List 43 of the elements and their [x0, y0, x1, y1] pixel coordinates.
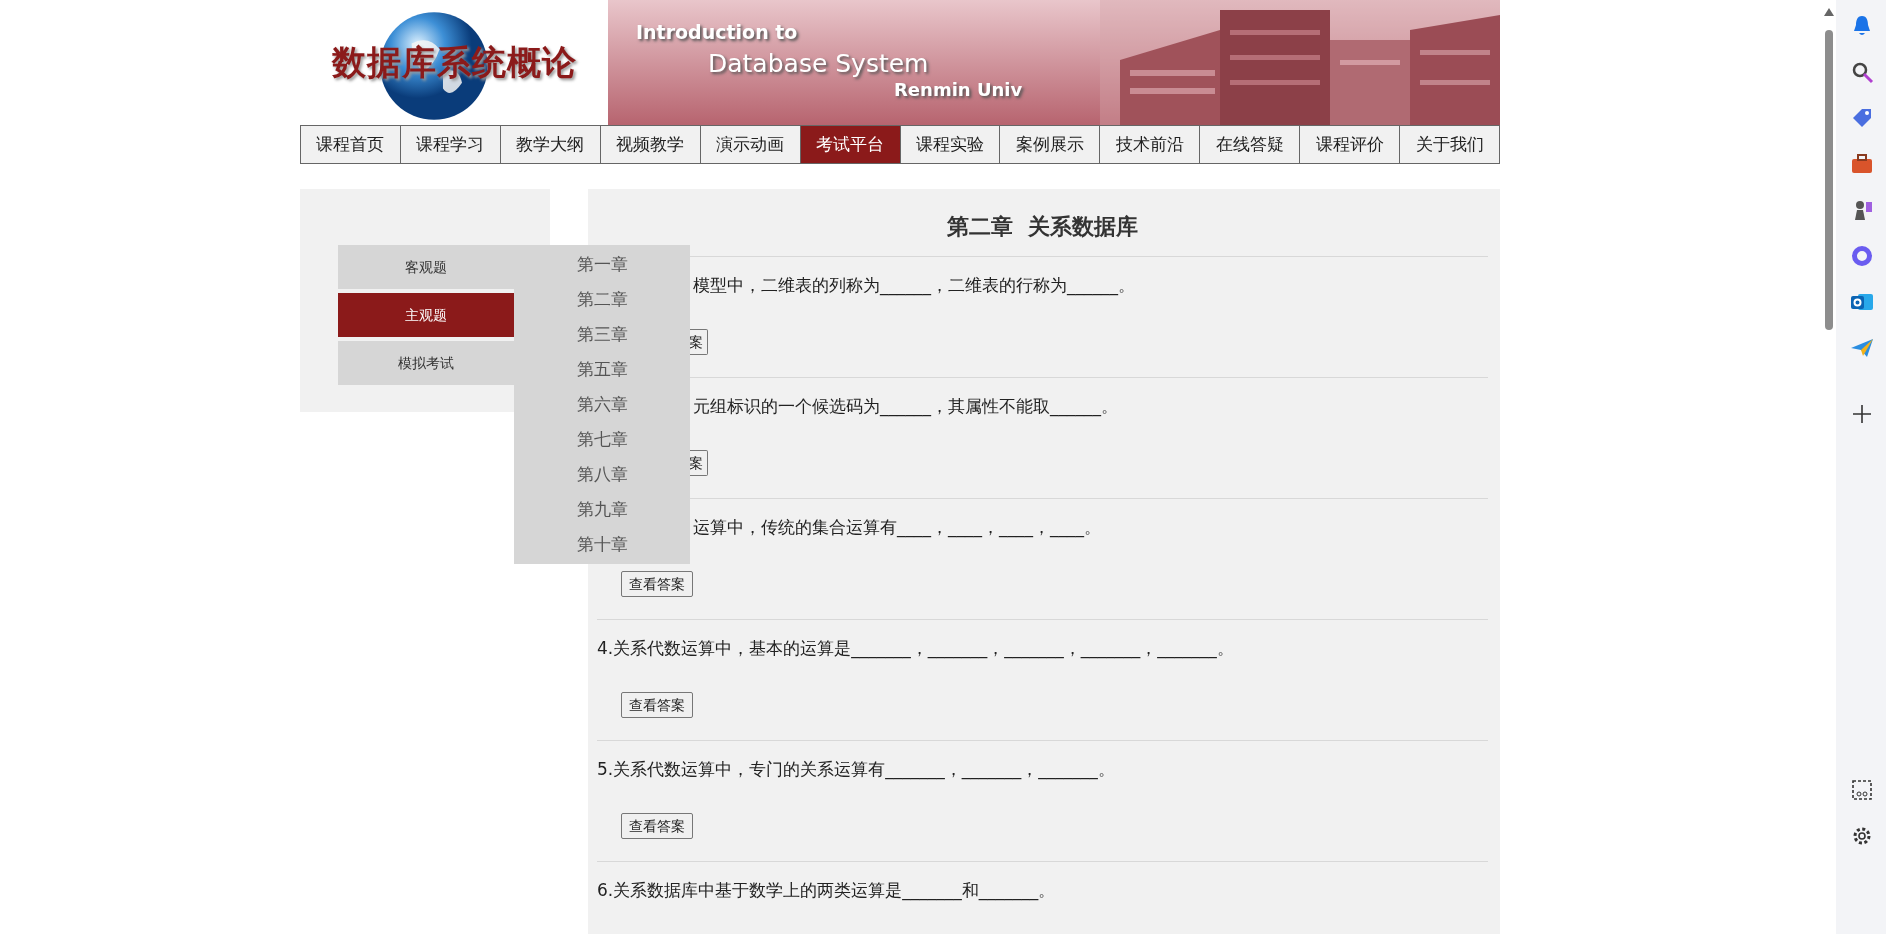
question-text: 元组标识的一个候选码为______，其属性不能取______。 — [693, 395, 1118, 417]
chapter-menu-item[interactable]: 第五章 — [514, 352, 690, 387]
screenshot-icon[interactable] — [1850, 778, 1874, 802]
chapter-menu-item[interactable]: 第二章 — [514, 282, 690, 317]
question-text: 4.关系代数运算中，基本的运算是_______，_______，_______，_______，_______。 — [597, 637, 1234, 659]
chapter-menu-item[interactable]: 第六章 — [514, 387, 690, 422]
nav-tab[interactable]: 课程学习 — [400, 126, 501, 163]
nav-tab[interactable]: 关于我们 — [1400, 126, 1500, 163]
side-menu-item[interactable]: 客观题 — [338, 245, 514, 289]
chapter-menu-item[interactable]: 第七章 — [514, 422, 690, 457]
question-text: 模型中，二维表的列称为______，二维表的行称为______。 — [693, 274, 1135, 296]
chapter-menu-item[interactable]: 第九章 — [514, 492, 690, 527]
show-answer-button[interactable]: 查看答案 — [621, 692, 693, 718]
chapter-menu-item[interactable]: 第一章 — [514, 247, 690, 282]
plus-icon[interactable] — [1850, 402, 1874, 426]
banner-caption: Renmin Univ — [894, 78, 1023, 102]
side-menu-item[interactable]: 模拟考试 — [338, 341, 514, 385]
nav-tab[interactable]: 案例展示 — [1000, 126, 1101, 163]
show-answer-button[interactable]: 查看答案 — [621, 813, 693, 839]
nav-tab[interactable]: 视频教学 — [600, 126, 701, 163]
toolbox-icon[interactable] — [1850, 152, 1874, 176]
chapter-menu-item[interactable]: 第八章 — [514, 457, 690, 492]
chapter-menu-item[interactable]: 第三章 — [514, 317, 690, 352]
banner-subtitle: Introduction to — [636, 20, 798, 45]
scrollbar-thumb[interactable] — [1825, 30, 1833, 330]
nav-tab[interactable]: 在线答疑 — [1200, 126, 1301, 163]
nav-tab[interactable]: 课程评价 — [1300, 126, 1401, 163]
banner-title: Database System — [708, 48, 929, 80]
chapter-menu-item[interactable]: 第十章 — [514, 527, 690, 562]
question-text: 5.关系代数运算中，专门的关系运算有_______，_______，_______。 — [597, 758, 1115, 780]
question-text: 运算中，传统的集合运算有____，____，____，____。 — [693, 516, 1101, 538]
chapter-title: 第二章 关系数据库 — [945, 213, 1140, 241]
question-text: 6.关系数据库中基于数学上的两类运算是_______和_______。 — [597, 879, 1056, 901]
nav-tab[interactable]: 课程实验 — [900, 126, 1001, 163]
show-answer-button[interactable]: 查看答案 — [621, 571, 693, 597]
side-menu-item[interactable]: 主观题 — [338, 293, 514, 337]
nav-tab[interactable]: 技术前沿 — [1100, 126, 1201, 163]
nav-tab[interactable]: 考试平台 — [800, 126, 901, 163]
nav-tab[interactable]: 教学大纲 — [500, 126, 601, 163]
scroll-up-icon[interactable] — [1824, 8, 1834, 16]
nav-tab[interactable]: 演示动画 — [700, 126, 801, 163]
nav-tab[interactable]: 课程首页 — [301, 126, 401, 163]
search-icon[interactable] — [1850, 60, 1874, 84]
